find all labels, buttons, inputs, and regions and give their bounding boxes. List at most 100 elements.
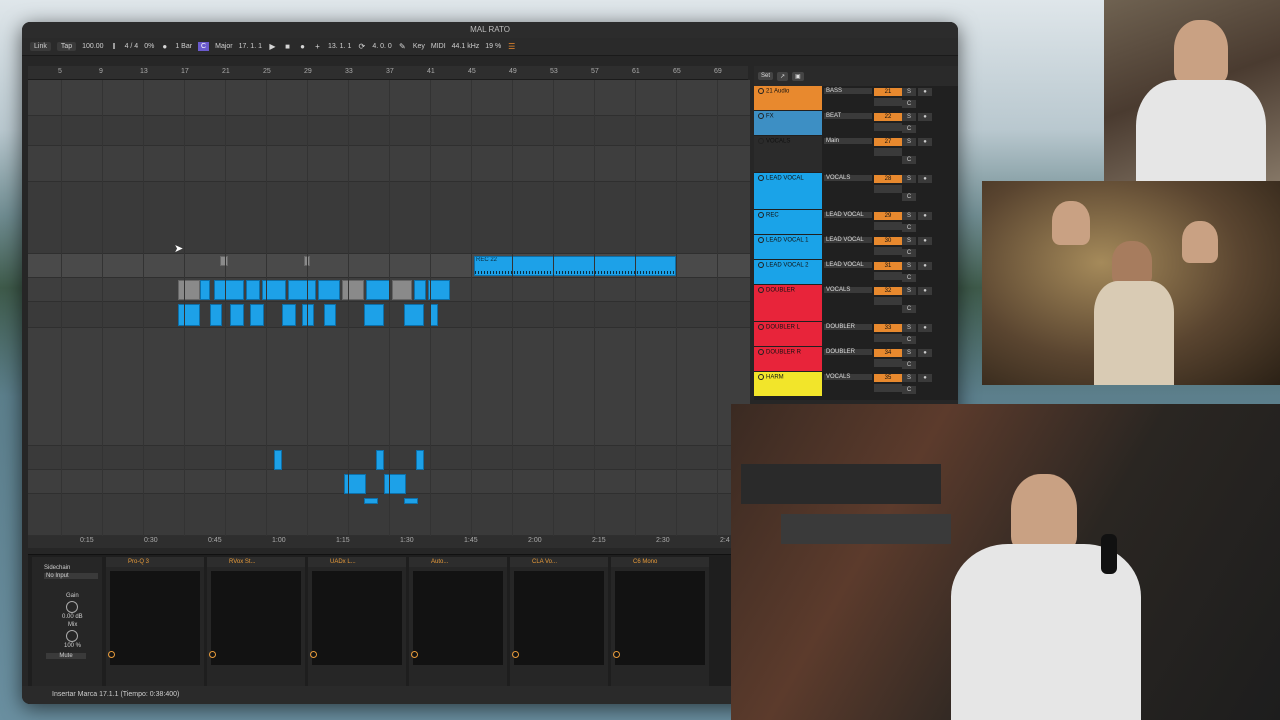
track-name[interactable]: FX [754, 111, 822, 135]
audio-clip[interactable] [246, 280, 260, 300]
mix-knob[interactable] [66, 630, 78, 642]
track-activator[interactable]: 32 [874, 287, 902, 295]
device-title[interactable]: CLA Vo... [510, 557, 608, 567]
audio-clip[interactable] [220, 256, 228, 266]
track-activator[interactable]: 27 [874, 138, 902, 146]
audio-clip[interactable] [178, 304, 200, 326]
solo-button[interactable]: S [902, 262, 916, 270]
arm-button[interactable]: ● [918, 324, 932, 332]
audio-clip[interactable] [430, 304, 438, 326]
lock-icon[interactable]: ▣ [792, 71, 804, 81]
solo-button[interactable]: S [902, 237, 916, 245]
track-name[interactable]: DOUBLER R [754, 347, 822, 371]
output-select[interactable]: VOCALS [824, 287, 872, 293]
output-select[interactable]: LEAD VOCAL [824, 262, 872, 268]
output-select[interactable]: BASS [824, 88, 872, 94]
output-select[interactable]: LEAD VOCAL [824, 237, 872, 243]
audio-clip[interactable] [230, 304, 244, 326]
output-select[interactable]: BEAT [824, 113, 872, 119]
arm-button[interactable]: ● [918, 175, 932, 183]
track-name[interactable]: REC [754, 210, 822, 234]
tempo-field[interactable]: 100.00 [82, 43, 103, 50]
scale-select[interactable]: Major [215, 43, 233, 50]
crossfade-button[interactable]: C [902, 100, 916, 108]
audio-clip[interactable] [366, 280, 390, 300]
mixer-track[interactable]: HARM VOCALS 35 S ● C [754, 372, 958, 396]
audio-clip[interactable] [342, 280, 364, 300]
device-display[interactable] [211, 571, 301, 665]
mixer-track[interactable]: DOUBLER R DOUBLER 34 S ● C [754, 347, 958, 371]
track-name[interactable]: VOCALS [754, 136, 822, 172]
track-name[interactable]: DOUBLER L [754, 322, 822, 346]
song-position[interactable]: 17. 1. 1 [239, 43, 262, 50]
track-activator[interactable]: 30 [874, 237, 902, 245]
audio-clip[interactable] [214, 280, 244, 300]
volume-field[interactable] [874, 185, 902, 193]
mixer-track[interactable]: REC LEAD VOCAL 29 S ● C [754, 210, 958, 234]
stop-icon[interactable]: ■ [283, 42, 292, 51]
power-icon[interactable] [411, 651, 418, 658]
track-name[interactable]: 21 Audio [754, 86, 822, 110]
solo-button[interactable]: S [902, 212, 916, 220]
mute-button[interactable]: Mute [46, 653, 86, 659]
device-title[interactable]: C6 Mono [611, 557, 709, 567]
power-icon[interactable] [108, 651, 115, 658]
audio-clip[interactable] [302, 304, 314, 326]
dots-icon[interactable]: ● [160, 42, 169, 51]
loop-length[interactable]: 4. 0. 0 [372, 43, 391, 50]
fold-icon[interactable] [758, 262, 764, 268]
record-icon[interactable]: ● [298, 42, 307, 51]
gain-knob[interactable] [66, 601, 78, 613]
audio-clip[interactable] [364, 304, 384, 326]
audio-clip[interactable] [414, 280, 426, 300]
fold-icon[interactable] [758, 349, 764, 355]
crossfade-button[interactable]: C [902, 156, 916, 164]
track-activator[interactable]: 33 [874, 324, 902, 332]
mixer-track[interactable]: 21 Audio BASS 21 S ● C [754, 86, 958, 110]
crossfade-button[interactable]: C [902, 193, 916, 201]
device-slot[interactable]: RVox St...nonenone [207, 557, 305, 701]
audio-clip[interactable] [318, 280, 340, 300]
output-select[interactable]: DOUBLER [824, 349, 872, 355]
arm-button[interactable]: ● [918, 349, 932, 357]
audio-clip[interactable] [404, 304, 424, 326]
volume-field[interactable] [874, 384, 902, 392]
mixer-track[interactable]: DOUBLER L DOUBLER 33 S ● C [754, 322, 958, 346]
device-slot[interactable]: CLA Vo...nonenone [510, 557, 608, 701]
track-activator[interactable]: 28 [874, 175, 902, 183]
mixer-track[interactable]: LEAD VOCAL VOCALS 28 S ● C [754, 173, 958, 209]
arm-button[interactable]: ● [918, 262, 932, 270]
time-signature[interactable]: 4 / 4 [125, 43, 139, 50]
volume-field[interactable] [874, 98, 902, 106]
device-display[interactable] [312, 571, 402, 665]
solo-button[interactable]: S [902, 88, 916, 96]
metronome-icon[interactable]: ‖ [110, 42, 119, 51]
arm-button[interactable]: ● [918, 374, 932, 382]
output-select[interactable]: VOCALS [824, 175, 872, 181]
bar-ruler[interactable]: 5 9 13 17 21 25 29 33 37 41 45 49 53 57 61 65 69 [28, 66, 748, 80]
swing-field[interactable]: 0% [144, 43, 154, 50]
audio-clip[interactable] [178, 280, 200, 300]
play-icon[interactable]: ▶ [268, 42, 277, 51]
audio-clip-rec-22[interactable]: REC 22 [474, 256, 676, 276]
mixer-track[interactable]: VOCALS Main 27 S ● C [754, 136, 958, 172]
tap-button[interactable]: Tap [56, 42, 77, 51]
output-select[interactable]: DOUBLER [824, 324, 872, 330]
solo-button[interactable]: S [902, 175, 916, 183]
device-display[interactable] [110, 571, 200, 665]
set-button[interactable]: Set [758, 72, 774, 80]
loop-icon[interactable]: ⟳ [357, 42, 366, 51]
link-button[interactable]: Link [30, 42, 51, 51]
output-select[interactable]: LEAD VOCAL [824, 212, 872, 218]
device-display[interactable] [413, 571, 503, 665]
audio-clip[interactable] [274, 450, 282, 470]
volume-field[interactable] [874, 297, 902, 305]
audio-clip[interactable] [404, 498, 418, 504]
solo-button[interactable]: S [902, 374, 916, 382]
audio-clip[interactable] [364, 498, 378, 504]
device-slot[interactable]: Auto...nonenone [409, 557, 507, 701]
device-display[interactable] [615, 571, 705, 665]
audio-clip[interactable] [384, 474, 406, 494]
crossfade-button[interactable]: C [902, 224, 916, 232]
fold-icon[interactable] [758, 237, 764, 243]
